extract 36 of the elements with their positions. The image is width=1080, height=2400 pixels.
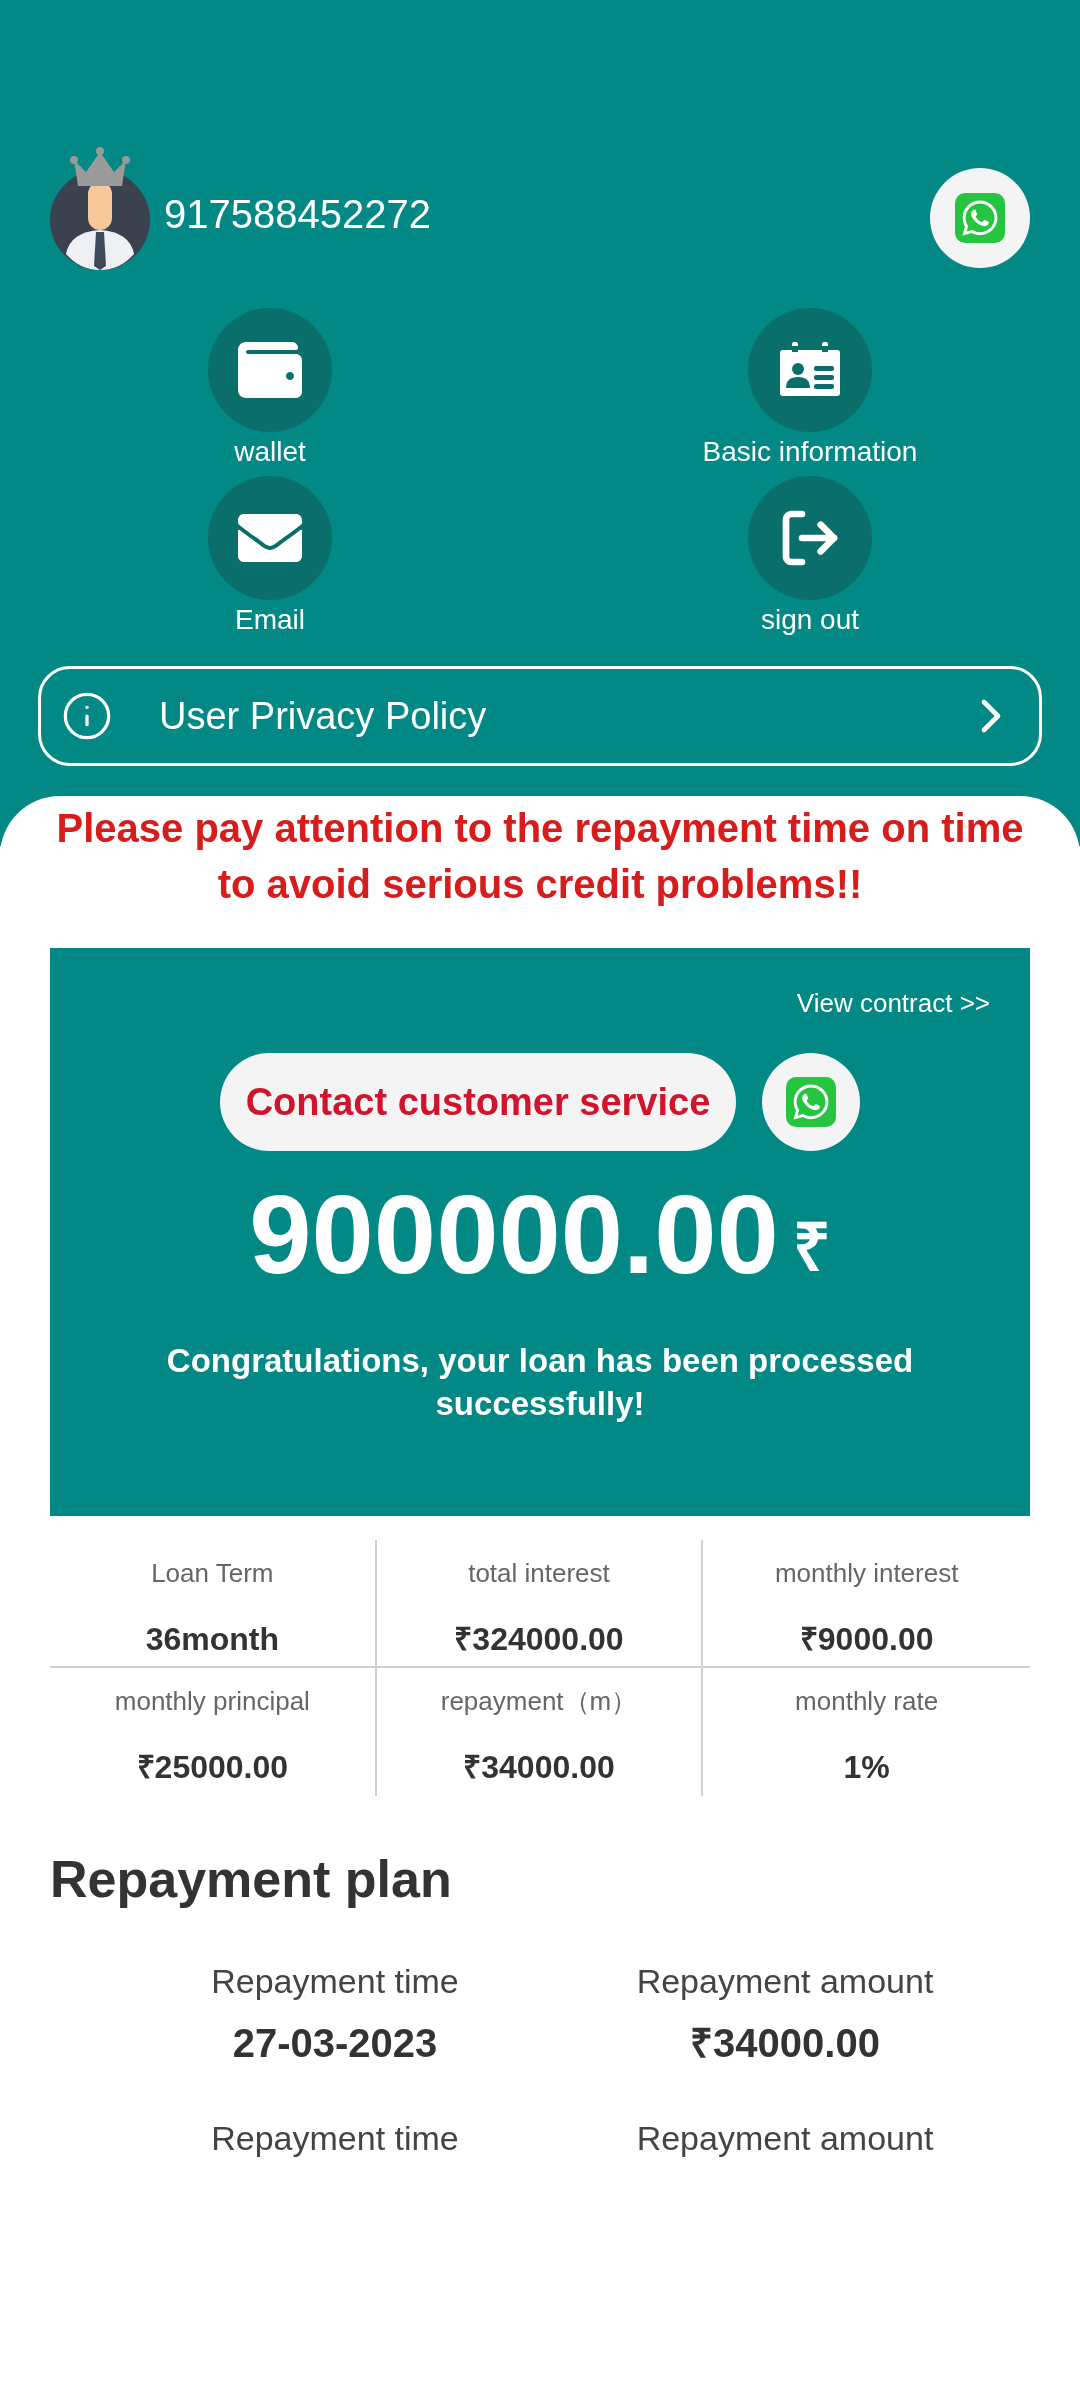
menu-item[interactable]: sign out bbox=[540, 476, 1080, 640]
stat-label: monthly principal bbox=[114, 1685, 310, 1718]
stat-value: ₹9000.00 bbox=[799, 1620, 934, 1659]
stat-value: ₹25000.00 bbox=[136, 1748, 289, 1787]
repayment-amount-label: Repayment amount bbox=[636, 1961, 934, 2002]
warning-text: Please pay attention to the repayment time on time to avoid serious credit problems!! bbox=[55, 805, 1025, 908]
menu-item[interactable]: Email bbox=[0, 476, 540, 640]
repayment-time-label: Repayment time bbox=[211, 1961, 459, 2002]
repayment-amount: ₹34000.00 bbox=[690, 2020, 880, 2067]
repayment-amount-label: Repayment amount bbox=[636, 2118, 934, 2159]
id-card-icon bbox=[778, 341, 842, 399]
stat-label: repayment（m） bbox=[440, 1685, 638, 1718]
avatar-icon bbox=[50, 146, 150, 270]
menu-item[interactable]: Basic information bbox=[540, 308, 1080, 472]
privacy-policy-link[interactable]: User Privacy Policy bbox=[38, 666, 1042, 766]
stat-label: monthly rate bbox=[795, 1685, 939, 1718]
repayment-time-label: Repayment time bbox=[211, 2118, 459, 2159]
success-message: Congratulations, your loan has been processed successfully! bbox=[165, 1341, 915, 1424]
stat-label: Loan Term bbox=[151, 1557, 274, 1590]
contact-service-button[interactable]: Contact customer service bbox=[219, 1053, 737, 1151]
section-title: Repayment plan bbox=[50, 1849, 453, 1910]
repayment-date: 27-03-2023 bbox=[232, 2020, 438, 2067]
whatsapp-icon bbox=[786, 1077, 837, 1127]
loan-amount: 900000.00 bbox=[249, 1171, 779, 1299]
view-contract-link[interactable]: View contract >> bbox=[796, 988, 990, 1018]
stat-value: 1% bbox=[843, 1748, 890, 1787]
menu-item[interactable]: wallet bbox=[0, 308, 540, 472]
whatsapp-icon bbox=[955, 193, 1005, 243]
stat-label: monthly interest bbox=[774, 1557, 959, 1590]
currency-symbol: ₹ bbox=[792, 1209, 831, 1286]
stat-value: ₹324000.00 bbox=[454, 1620, 624, 1659]
stat-label: total interest bbox=[468, 1557, 610, 1590]
stat-value: 36month bbox=[145, 1620, 279, 1659]
phone-number: 917588452272 bbox=[164, 191, 431, 238]
info-icon bbox=[61, 690, 113, 742]
stat-value: ₹34000.00 bbox=[463, 1748, 615, 1787]
